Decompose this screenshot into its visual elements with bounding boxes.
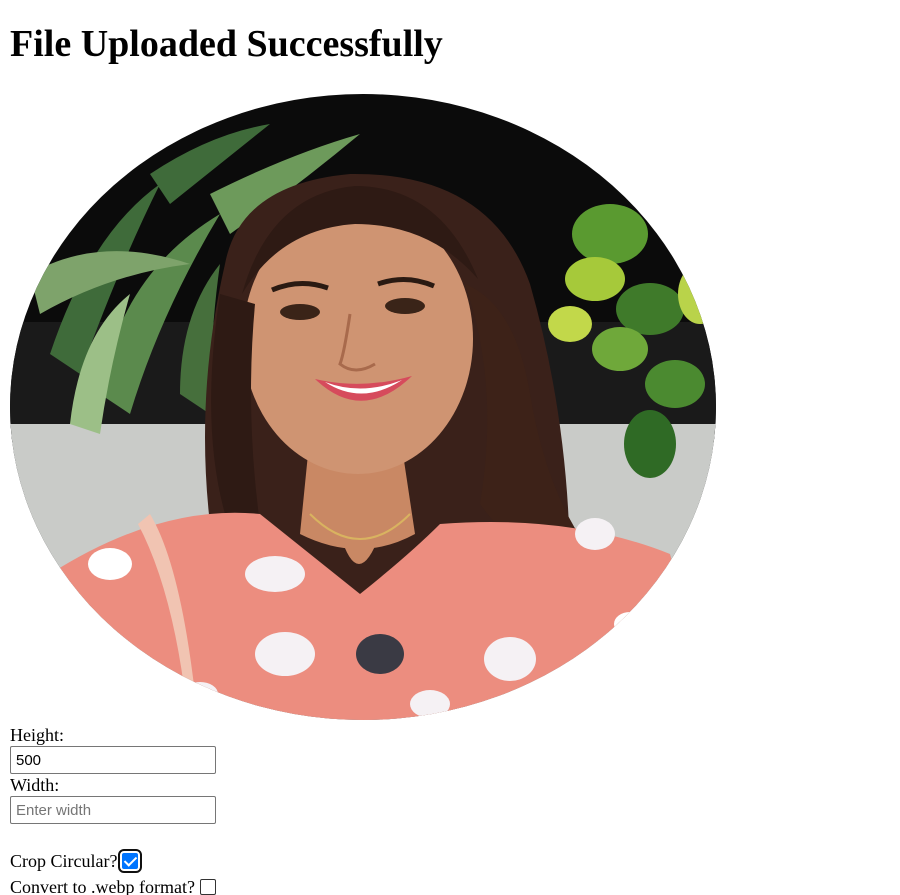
crop-circular-row: Crop Circular? [10,848,216,874]
width-label: Width: [10,775,60,795]
crop-circular-label: Crop Circular? [10,851,118,871]
resize-form: Height: Width: Crop Circular? Convert to… [10,724,216,895]
webp-checkbox[interactable] [199,879,216,895]
page-title: File Uploaded Successfully [10,23,443,65]
webp-row: Convert to .webp format? [10,874,216,895]
width-input[interactable] [10,796,216,824]
height-input[interactable] [10,746,216,774]
uploaded-image-drawing [10,94,716,720]
crop-circular-checkbox[interactable] [118,849,143,873]
height-label: Height: [10,725,64,745]
uploaded-image [10,94,716,720]
webp-label: Convert to .webp format? [10,877,195,895]
page: File Uploaded Successfully Height: 500 W… [0,0,900,895]
